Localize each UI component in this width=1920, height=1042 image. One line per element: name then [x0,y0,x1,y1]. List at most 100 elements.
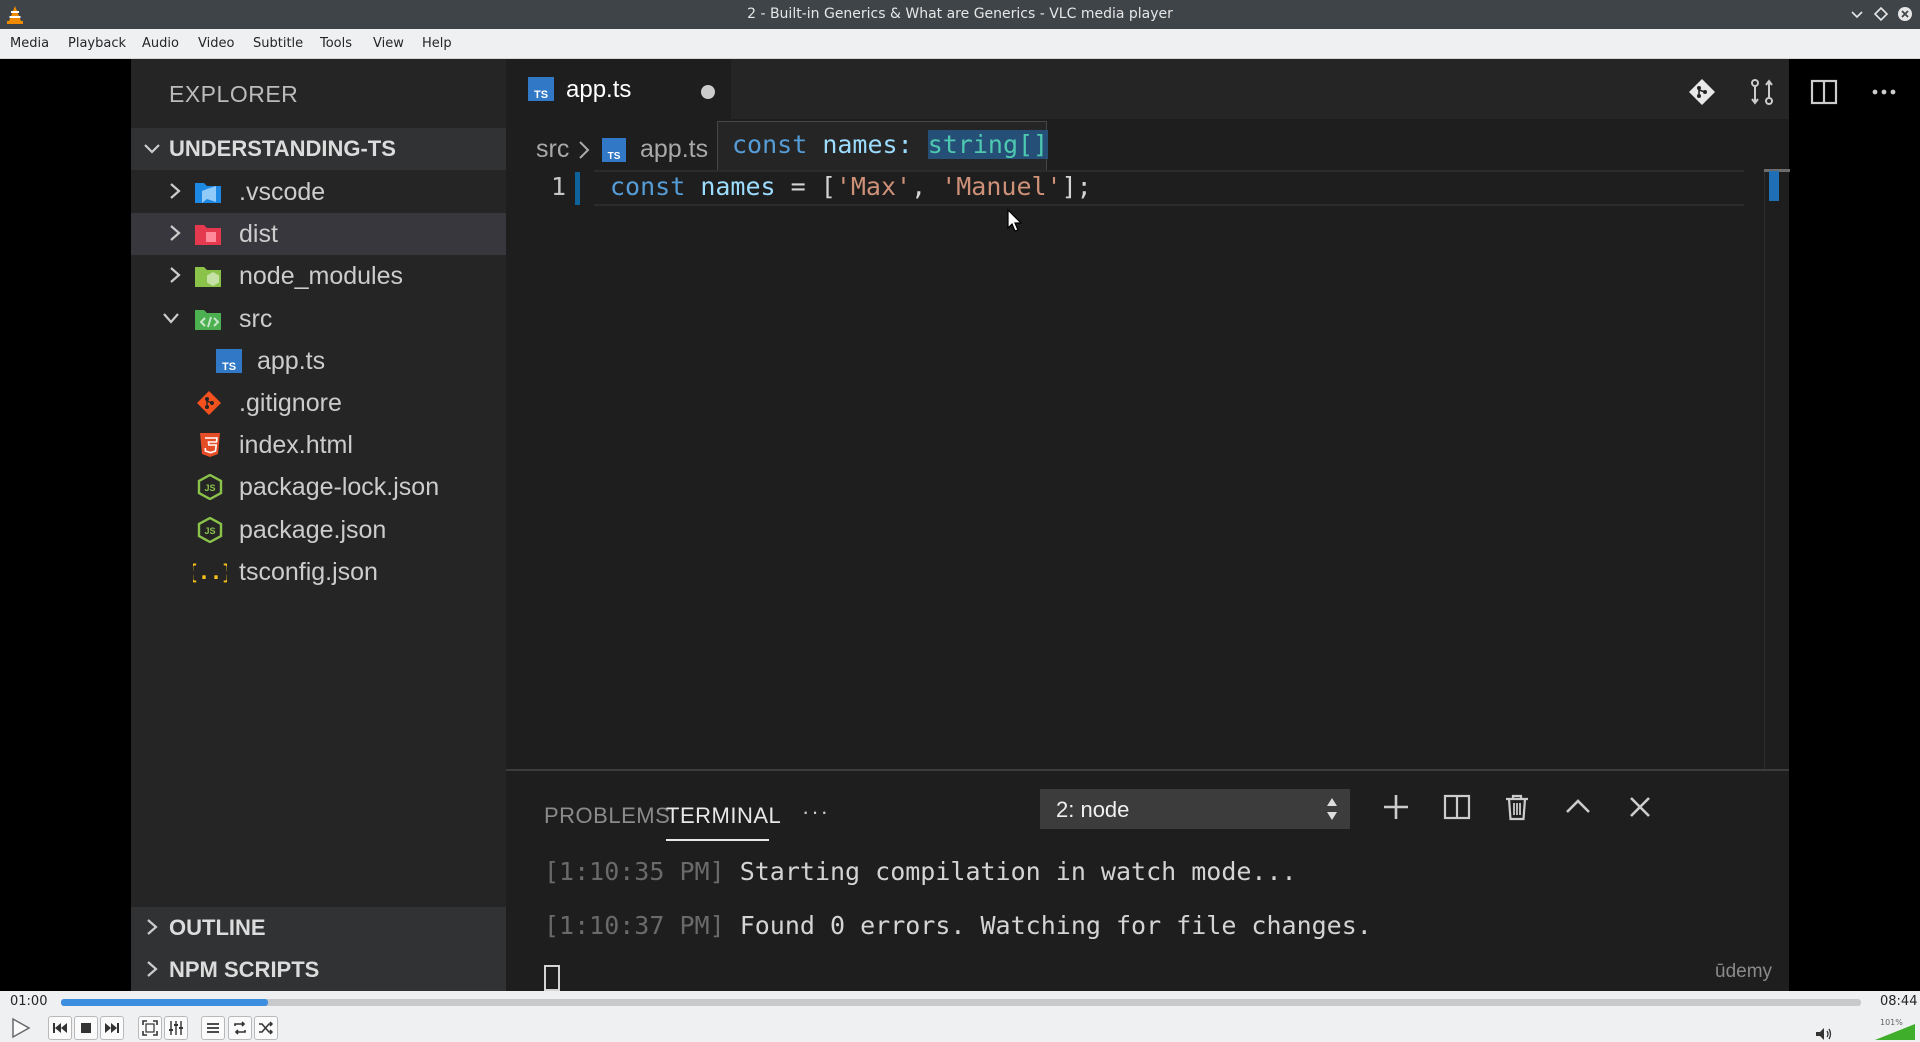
line-number: 1 [550,172,566,201]
fullscreen-icon [142,1020,158,1036]
chevron-down-icon [163,313,179,324]
shuffle-button[interactable] [254,1016,278,1040]
unsaved-dot-icon[interactable] [701,85,715,99]
extended-settings-button[interactable] [164,1016,188,1040]
tree-item-gitignore[interactable]: .gitignore [131,382,506,424]
chevron-right-icon [147,961,158,977]
tree-item-label: .vscode [239,178,326,206]
tree-item-tsconfig-json[interactable]: {..} tsconfig.json [131,551,506,593]
git-file-icon [197,391,221,415]
outline-section[interactable]: OUTLINE [131,907,506,949]
code-line[interactable]: const names = ['Max', 'Manuel']; [610,172,1092,201]
git-compare-icon[interactable] [1687,77,1717,107]
split-terminal-icon[interactable] [1441,791,1473,823]
panel-more-button[interactable]: ··· [802,799,830,825]
tree-item-package-lock-json[interactable]: JS package-lock.json [131,466,506,508]
tree-item-label: app.ts [257,347,326,375]
chevron-right-icon [579,141,590,159]
tab-label: app.ts [566,76,632,103]
breadcrumb-file[interactable]: app.ts [640,135,708,164]
window-titlebar: 2 - Built-in Generics & What are Generic… [0,0,1920,29]
chevron-up-icon[interactable] [1562,791,1594,823]
total-time[interactable]: 08:44 [1880,994,1917,1009]
menu-video[interactable]: Video [198,36,234,51]
code-punctuation: ]; [1061,172,1092,201]
project-section[interactable]: UNDERSTANDING-TS [131,128,506,170]
npm-scripts-section[interactable]: NPM SCRIPTS [131,949,506,991]
active-tab-indicator [666,839,769,841]
seek-progress [61,999,268,1006]
tree-item-label: node_modules [239,262,404,290]
tree-item-src[interactable]: src [131,298,506,340]
close-button[interactable] [1896,5,1914,23]
next-button[interactable] [100,1016,124,1040]
vscode-window: EXPLORER UNDERSTANDING-TS .vscode dist n… [131,59,1896,991]
tree-item-label: .gitignore [239,389,342,417]
more-actions-icon[interactable] [1869,77,1899,107]
play-button[interactable] [6,1014,34,1042]
terminal-line: [1:10:35 PM] Starting compilation in wat… [544,857,1297,886]
code-string: 'Max' [835,172,912,201]
maximize-button[interactable] [1872,5,1890,23]
tree-item-package-json[interactable]: JS package.json [131,509,506,551]
menu-audio[interactable]: Audio [142,36,179,51]
loop-button[interactable] [228,1016,252,1040]
playlist-icon [207,1023,219,1033]
playlist-button[interactable] [201,1016,225,1040]
terminal-select[interactable]: 2: node [1040,789,1350,829]
folder-dist-icon [195,225,221,245]
terminal-line: [1:10:37 PM] Found 0 errors. Watching fo… [544,911,1372,940]
volume-slider[interactable] [1875,1020,1915,1040]
volume-level [1875,1024,1915,1040]
speaker-icon[interactable] [1815,1027,1833,1041]
menu-help[interactable]: Help [422,36,452,51]
tree-item-dist[interactable]: dist [131,213,506,255]
seek-slider[interactable] [61,999,1861,1006]
tree-item-vscode[interactable]: .vscode [131,171,506,213]
npm-scripts-label: NPM SCRIPTS [169,957,320,982]
menu-view[interactable]: View [373,36,404,51]
nodejs-file-icon: JS [197,474,223,500]
terminal-message: Starting compilation in watch mode... [739,857,1297,886]
video-area[interactable]: EXPLORER UNDERSTANDING-TS .vscode dist n… [0,59,1920,991]
tab-app-ts[interactable]: TS app.ts [506,59,731,119]
tree-item-app-ts[interactable]: TS app.ts [131,340,506,382]
minimize-button[interactable] [1848,5,1866,23]
terminal-message: Found 0 errors. Watching for file change… [739,911,1372,940]
tree-item-index-html[interactable]: index.html [131,424,506,466]
elapsed-time: 01:00 [10,994,48,1009]
new-terminal-icon[interactable] [1380,791,1412,823]
scrollbar-marker[interactable] [1769,171,1779,201]
tab-problems[interactable]: PROBLEMS [544,803,670,829]
select-arrows-icon [1327,798,1337,820]
breadcrumb-folder[interactable]: src [536,135,569,164]
editor-scrollbar[interactable] [1764,169,1786,769]
close-icon[interactable] [1624,791,1656,823]
tab-terminal[interactable]: TERMINAL [666,803,781,829]
stop-icon [81,1023,91,1033]
skip-forward-icon [105,1023,119,1033]
menu-bar: Media Playback Audio Video Subtitle Tool… [0,29,1920,59]
type-hover-tooltip: const names: string[] [717,121,1049,171]
menu-tools[interactable]: Tools [320,36,352,51]
menu-subtitle[interactable]: Subtitle [253,36,303,51]
svg-text:TS: TS [608,151,621,162]
open-changes-icon[interactable] [1747,77,1777,107]
previous-button[interactable] [48,1016,72,1040]
hover-keyword: const [732,130,808,159]
folder-src-icon [195,310,221,330]
tree-item-node-modules[interactable]: node_modules [131,255,506,297]
menu-playback[interactable]: Playback [68,36,126,51]
chevron-right-icon [170,183,181,199]
tree-item-label: dist [239,220,278,248]
tree-item-label: package.json [239,516,387,544]
svg-text:TS: TS [534,89,548,101]
udemy-watermark: ūdemy [1715,961,1773,982]
menu-media[interactable]: Media [10,36,49,51]
code-punctuation: , [911,172,942,201]
stop-button[interactable] [74,1016,98,1040]
trash-icon[interactable] [1501,791,1533,823]
fullscreen-button[interactable] [138,1016,162,1040]
terminal-cursor[interactable] [544,965,560,991]
split-editor-icon[interactable] [1809,77,1839,107]
